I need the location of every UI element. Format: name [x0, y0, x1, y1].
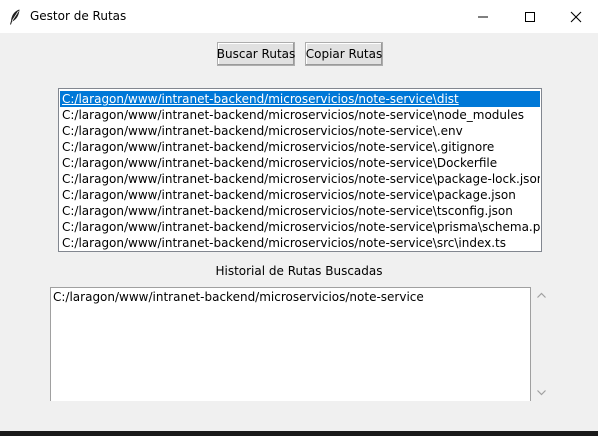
- history-text: C:/laragon/www/intranet-backend/microser…: [53, 290, 424, 304]
- chevron-up-icon: [536, 292, 546, 298]
- history-textbox[interactable]: C:/laragon/www/intranet-backend/microser…: [50, 287, 531, 401]
- title-bar: Gestor de Rutas: [0, 0, 598, 33]
- list-item[interactable]: C:/laragon/www/intranet-backend/microser…: [60, 219, 540, 235]
- buscar-rutas-button[interactable]: Buscar Rutas: [217, 42, 295, 66]
- scroll-down-arrow[interactable]: [533, 386, 549, 400]
- maximize-icon: [525, 11, 535, 22]
- list-item[interactable]: C:/laragon/www/intranet-backend/microser…: [60, 171, 540, 187]
- list-item[interactable]: C:/laragon/www/intranet-backend/microser…: [60, 139, 540, 155]
- results-listbox[interactable]: C:/laragon/www/intranet-backend/microser…: [58, 88, 542, 252]
- maximize-button[interactable]: [507, 0, 553, 33]
- chevron-down-icon: [536, 390, 546, 396]
- taskbar-edge: [0, 431, 598, 436]
- scroll-up-arrow[interactable]: [533, 288, 549, 302]
- minimize-button[interactable]: [460, 0, 506, 33]
- list-item[interactable]: C:/laragon/www/intranet-backend/microser…: [60, 123, 540, 139]
- list-item[interactable]: C:/laragon/www/intranet-backend/microser…: [60, 107, 540, 123]
- window-title: Gestor de Rutas: [30, 9, 127, 23]
- feather-icon: [9, 9, 21, 25]
- history-label: Historial de Rutas Buscadas: [215, 264, 383, 278]
- list-item[interactable]: C:/laragon/www/intranet-backend/microser…: [60, 91, 540, 107]
- copiar-rutas-button[interactable]: Copiar Rutas: [305, 42, 383, 66]
- list-item[interactable]: C:/laragon/www/intranet-backend/microser…: [60, 235, 540, 251]
- list-item[interactable]: C:/laragon/www/intranet-backend/microser…: [60, 203, 540, 219]
- close-icon: [570, 11, 582, 22]
- minimize-icon: [478, 16, 488, 17]
- close-button[interactable]: [553, 0, 598, 33]
- list-item[interactable]: C:/laragon/www/intranet-backend/microser…: [60, 155, 540, 171]
- list-item[interactable]: C:/laragon/www/intranet-backend/microser…: [60, 187, 540, 203]
